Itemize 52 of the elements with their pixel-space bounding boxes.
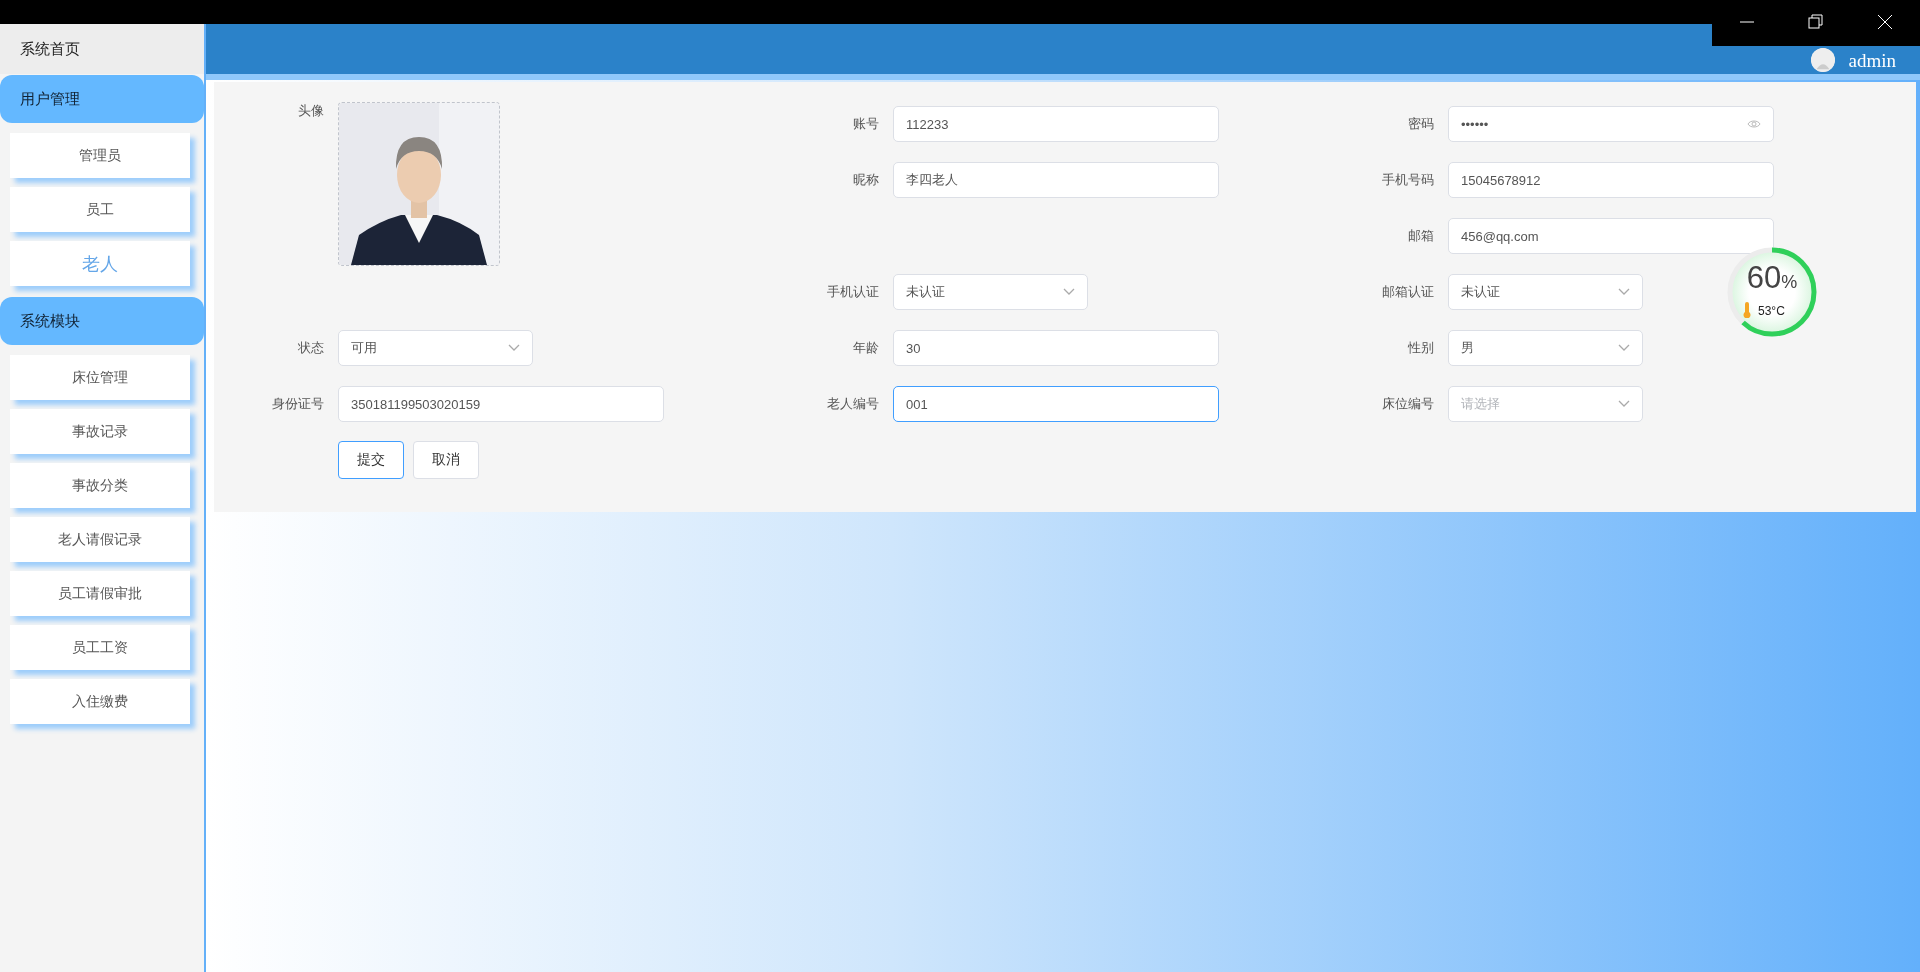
field-label: 身份证号 [271, 395, 325, 413]
input-field[interactable]: 30 [893, 330, 1219, 366]
field-label: 邮箱 [1407, 227, 1435, 245]
sidebar-item[interactable]: 管理员 [10, 133, 190, 178]
select-field[interactable]: 未认证 [1448, 274, 1643, 310]
field-label: 性别 [1407, 339, 1435, 357]
select-field[interactable]: 可用 [338, 330, 533, 366]
field-label: 账号 [852, 115, 880, 133]
cancel-button[interactable]: 取消 [413, 441, 479, 479]
input-field[interactable]: 001 [893, 386, 1219, 422]
chevron-down-icon [1618, 288, 1630, 296]
thermometer-icon [1742, 302, 1752, 318]
submit-button[interactable]: 提交 [338, 441, 404, 479]
input-field[interactable]: 112233 [893, 106, 1219, 142]
sidebar-item[interactable]: 系统首页 [0, 24, 204, 74]
menu-group[interactable]: 用户管理 [0, 75, 204, 123]
avatar-icon[interactable] [1810, 48, 1835, 72]
input-field[interactable]: 350181199503020159 [338, 386, 664, 422]
chevron-down-icon [1618, 344, 1630, 352]
percent-value: 60 [1746, 260, 1782, 295]
sidebar-item[interactable]: 入住缴费 [10, 679, 190, 724]
field-label: 昵称 [852, 171, 880, 189]
field-label: 邮箱认证 [1381, 283, 1435, 301]
chevron-down-icon [1618, 400, 1630, 408]
field-label: 密码 [1407, 115, 1435, 133]
field-label: 状态 [297, 339, 325, 357]
input-field[interactable]: 李四老人 [893, 162, 1219, 198]
input-field[interactable]: 15045678912 [1448, 162, 1774, 198]
sidebar-item[interactable]: 员工请假审批 [10, 571, 190, 616]
field-label: 手机认证 [826, 283, 880, 301]
field-label: 老人编号 [826, 395, 880, 413]
percent-unit: % [1781, 272, 1798, 292]
user-name[interactable]: admin [1848, 50, 1896, 72]
restore-icon[interactable] [1806, 12, 1826, 32]
input-field[interactable]: 456@qq.com [1448, 218, 1774, 254]
sidebar-item[interactable]: 事故记录 [10, 409, 190, 454]
menu-group[interactable]: 系统模块 [0, 297, 204, 345]
field-label: 手机号码 [1381, 171, 1435, 189]
sidebar-item[interactable]: 员工 [10, 187, 190, 232]
field-label: 床位编号 [1381, 395, 1435, 413]
select-field[interactable]: 男 [1448, 330, 1643, 366]
chevron-down-icon [1063, 288, 1075, 296]
sidebar-item[interactable]: 床位管理 [10, 355, 190, 400]
select-field[interactable]: 未认证 [893, 274, 1088, 310]
chevron-down-icon [508, 344, 520, 352]
password-field[interactable]: •••••• [1448, 106, 1774, 142]
temperature-reading: 53°C [1758, 304, 1785, 318]
sidebar-item[interactable]: 老人请假记录 [10, 517, 190, 562]
sidebar-item[interactable]: 员工工资 [10, 625, 190, 670]
field-label: 年龄 [852, 339, 880, 357]
sidebar-item[interactable]: 事故分类 [10, 463, 190, 508]
field-label: 头像 [297, 102, 325, 120]
